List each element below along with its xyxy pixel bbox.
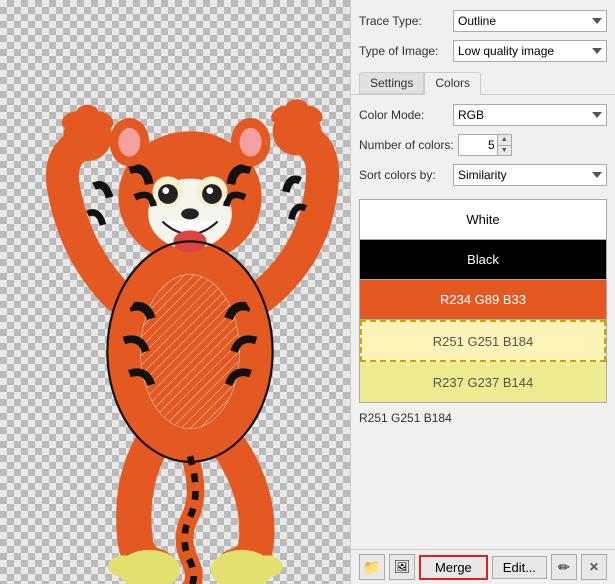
color-mode-select[interactable]: RGB xyxy=(453,104,607,126)
color-swatch-white[interactable]: White xyxy=(360,200,606,240)
tiger-image xyxy=(15,10,350,584)
color-swatch-orange-label: R234 G89 B33 xyxy=(440,292,526,307)
delete-icon: ✕ xyxy=(589,560,599,574)
num-colors-row: Number of colors: 5 ▲ ▼ xyxy=(359,131,607,159)
folder-icon: 📁 xyxy=(363,559,380,576)
color-swatch-yellow2-label: R237 G237 B144 xyxy=(433,375,533,390)
num-colors-input-wrap: 5 ▲ ▼ xyxy=(458,134,512,156)
type-of-image-row: Type of Image: Low quality image xyxy=(351,36,615,66)
image-button[interactable]: 🖼 xyxy=(389,554,415,580)
bottom-toolbar: 📁 🖼 Merge Edit... ✏ ✕ xyxy=(351,549,615,584)
color-mode-row: Color Mode: RGB xyxy=(359,101,607,129)
color-swatches-list: White Black R234 G89 B33 R251 G251 B184 … xyxy=(359,199,607,403)
color-swatch-black-label: Black xyxy=(467,252,499,267)
brush-button[interactable]: ✏ xyxy=(551,554,577,580)
image-icon: 🖼 xyxy=(394,559,411,575)
sort-colors-select[interactable]: Similarity xyxy=(453,164,607,186)
sort-colors-label: Sort colors by: xyxy=(359,168,449,182)
sort-colors-row: Sort colors by: Similarity xyxy=(359,161,607,189)
folder-button[interactable]: 📁 xyxy=(359,554,385,580)
color-swatch-yellow1[interactable]: R251 G251 B184 xyxy=(360,320,606,362)
trace-type-label: Trace Type: xyxy=(359,14,449,28)
num-colors-down[interactable]: ▼ xyxy=(498,146,511,156)
brush-icon: ✏ xyxy=(558,559,570,576)
tab-colors[interactable]: Colors xyxy=(424,72,481,95)
merge-button[interactable]: Merge xyxy=(419,555,488,580)
trace-type-select[interactable]: Outline xyxy=(453,10,607,32)
right-panel: Trace Type: Outline Type of Image: Low q… xyxy=(350,0,615,584)
image-canvas xyxy=(0,0,350,584)
color-swatch-orange[interactable]: R234 G89 B33 xyxy=(360,280,606,320)
num-colors-input[interactable]: 5 xyxy=(458,134,498,156)
type-of-image-label: Type of Image: xyxy=(359,44,449,58)
delete-button[interactable]: ✕ xyxy=(581,554,607,580)
color-swatch-yellow2[interactable]: R237 G237 B144 xyxy=(360,362,606,402)
color-swatch-black[interactable]: Black xyxy=(360,240,606,280)
color-swatch-white-label: White xyxy=(466,212,499,227)
type-of-image-select[interactable]: Low quality image xyxy=(453,40,607,62)
tab-settings[interactable]: Settings xyxy=(359,72,424,94)
trace-type-row: Trace Type: Outline xyxy=(351,6,615,36)
edit-button[interactable]: Edit... xyxy=(492,556,547,579)
num-colors-up[interactable]: ▲ xyxy=(498,135,511,146)
num-colors-label: Number of colors: xyxy=(359,138,454,152)
color-swatch-yellow1-label: R251 G251 B184 xyxy=(433,334,533,349)
num-colors-spinner: ▲ ▼ xyxy=(498,134,512,156)
colors-panel: Color Mode: RGB Number of colors: 5 ▲ ▼ … xyxy=(351,95,615,195)
color-mode-label: Color Mode: xyxy=(359,108,449,122)
status-text: R251 G251 B184 xyxy=(351,407,615,427)
tabs-row: Settings Colors xyxy=(351,68,615,95)
